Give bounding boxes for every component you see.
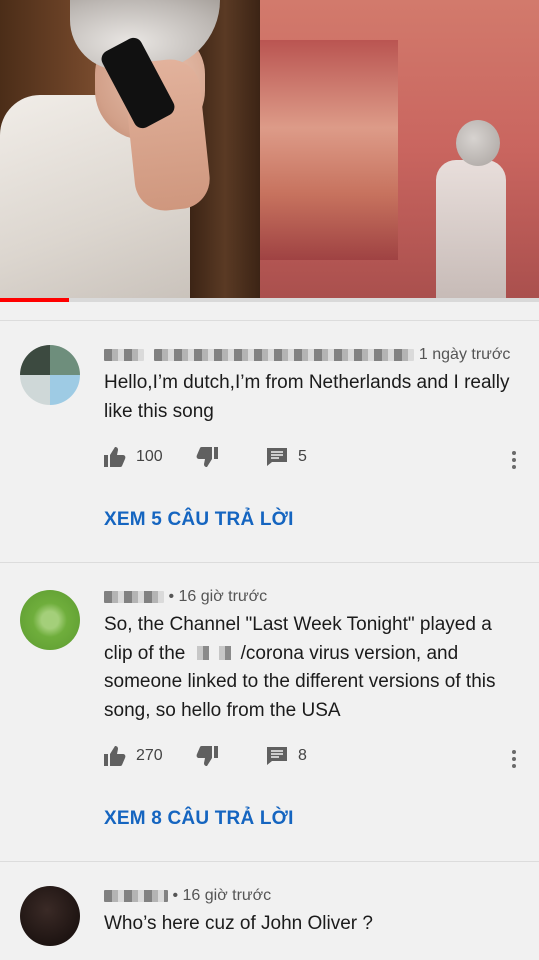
video-main-person bbox=[0, 0, 220, 302]
author-name-redacted[interactable] bbox=[104, 889, 168, 902]
thumb-down-icon bbox=[196, 746, 218, 766]
video-background-person bbox=[428, 120, 508, 302]
like-count: 270 bbox=[136, 747, 163, 764]
avatar[interactable] bbox=[20, 590, 80, 650]
comment-actions: 100 5 bbox=[104, 447, 524, 473]
view-replies-link[interactable]: XEM 8 CÂU TRẢ LỜI bbox=[104, 808, 294, 830]
comment-meta: • 16 giờ trước bbox=[104, 588, 267, 606]
like-button[interactable]: 270 bbox=[104, 746, 163, 766]
video-progress-fill bbox=[0, 298, 69, 302]
author-name-redacted[interactable] bbox=[104, 348, 144, 361]
reply-button[interactable]: 5 bbox=[266, 447, 307, 467]
redacted-text bbox=[190, 646, 241, 661]
reply-count: 5 bbox=[298, 448, 307, 465]
comment-time: 1 ngày trước bbox=[418, 346, 511, 363]
reply-count: 8 bbox=[298, 747, 307, 764]
video-player[interactable] bbox=[0, 0, 539, 302]
comment-actions: 270 8 bbox=[104, 746, 524, 772]
comment-text: So, the Channel "Last Week Tonight" play… bbox=[104, 611, 514, 725]
more-vert-icon[interactable] bbox=[509, 451, 519, 473]
avatar[interactable] bbox=[20, 886, 80, 946]
comment-icon bbox=[267, 747, 287, 765]
author-name-redacted[interactable] bbox=[104, 590, 164, 603]
dislike-button[interactable] bbox=[196, 746, 218, 766]
dislike-button[interactable] bbox=[196, 447, 218, 467]
comment-text: Who’s here cuz of John Oliver ? bbox=[104, 913, 373, 934]
comment-icon bbox=[267, 448, 287, 466]
thumb-down-icon bbox=[196, 447, 218, 467]
divider bbox=[0, 562, 539, 563]
divider bbox=[0, 861, 539, 862]
like-button[interactable]: 100 bbox=[104, 447, 163, 467]
divider bbox=[0, 320, 539, 321]
like-count: 100 bbox=[136, 448, 163, 465]
avatar[interactable] bbox=[20, 345, 80, 405]
video-progress-bar[interactable] bbox=[0, 298, 539, 302]
comment-time: 16 giờ trước bbox=[182, 887, 272, 904]
thumb-up-icon bbox=[104, 447, 126, 467]
comment-text: Hello,I’m dutch,I’m from Netherlands and… bbox=[104, 372, 510, 422]
comment-time: 16 giờ trước bbox=[178, 588, 268, 605]
comment-meta: 1 ngày trước bbox=[104, 346, 510, 364]
view-replies-link[interactable]: XEM 5 CÂU TRẢ LỜI bbox=[104, 509, 294, 531]
thumb-up-icon bbox=[104, 746, 126, 766]
reply-button[interactable]: 8 bbox=[266, 746, 307, 766]
comment-meta: • 16 giờ trước bbox=[104, 887, 271, 905]
video-shelf bbox=[258, 40, 398, 260]
more-vert-icon[interactable] bbox=[509, 750, 519, 772]
